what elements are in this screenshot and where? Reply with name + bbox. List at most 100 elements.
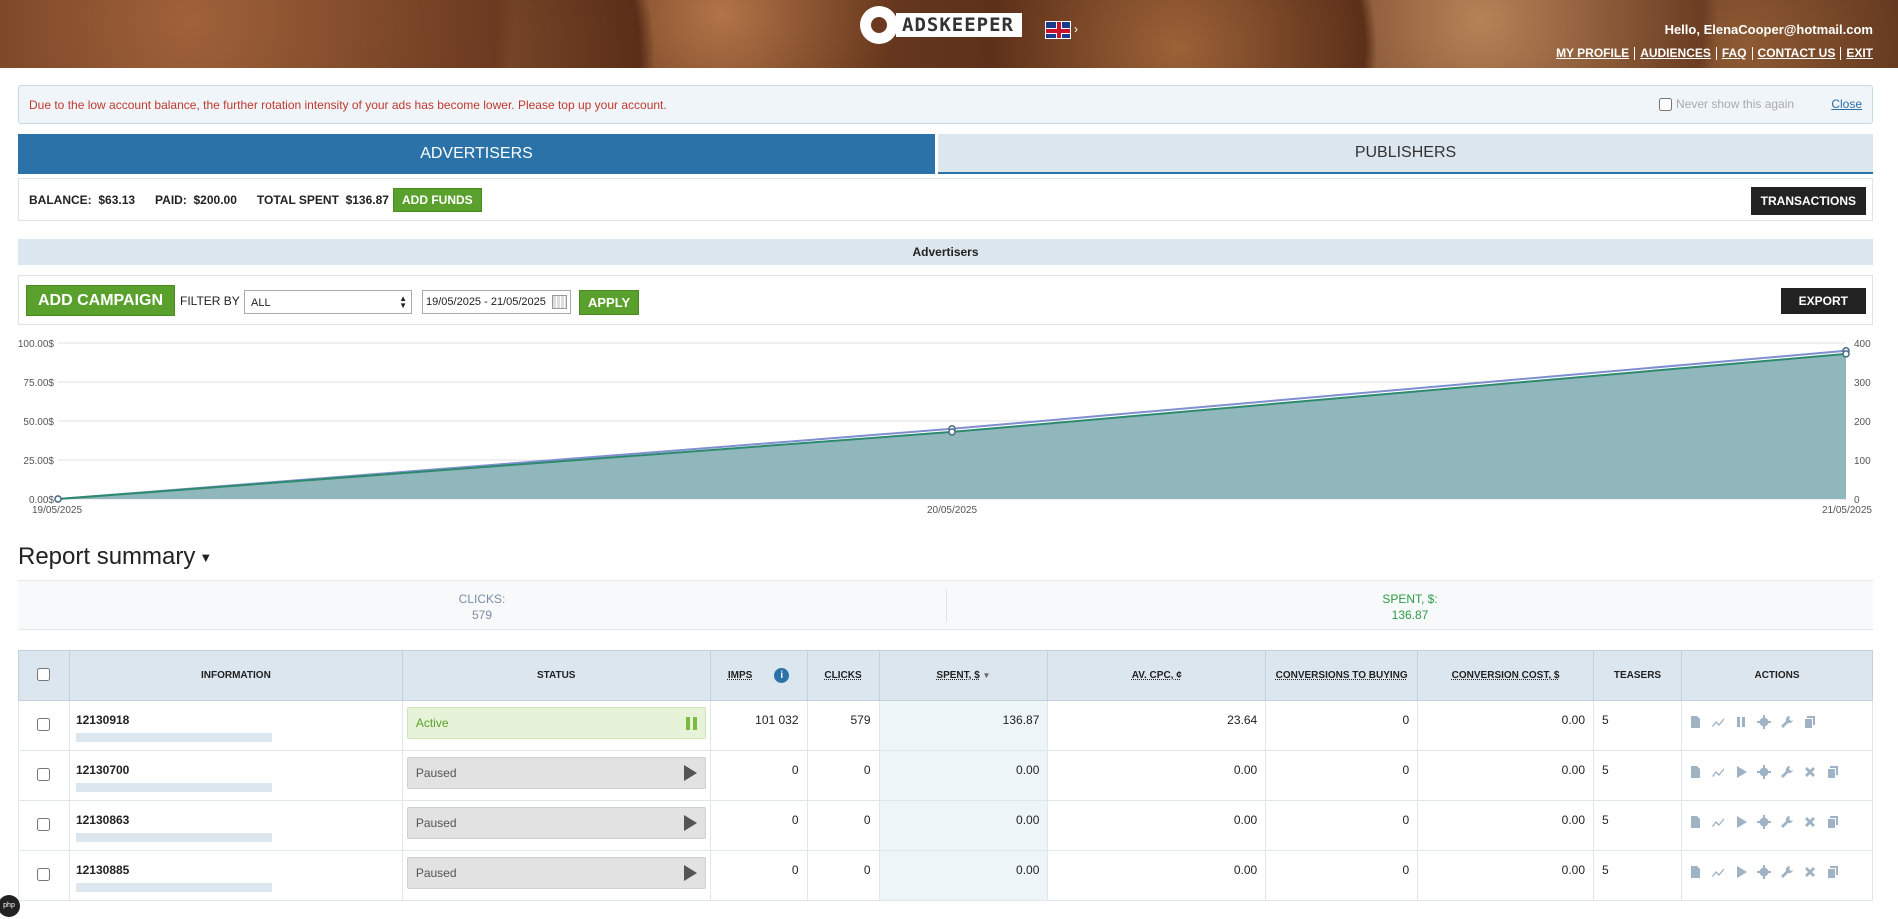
settings-icon[interactable] <box>1756 715 1771 729</box>
nav-contact-us[interactable]: CONTACT US <box>1753 47 1842 60</box>
play-icon[interactable] <box>1734 765 1748 779</box>
nav-exit[interactable]: EXIT <box>1841 47 1873 60</box>
date-range-input[interactable]: 19/05/2025 - 21/05/2025 <box>422 290 571 314</box>
settings-icon[interactable] <box>1756 765 1771 779</box>
info-icon[interactable]: i <box>774 668 790 683</box>
header-conversion-cost[interactable]: CONVERSION COST, $ <box>1417 650 1595 701</box>
never-show-option[interactable]: Never show this again <box>1659 97 1794 111</box>
campaign-id[interactable]: 12130700 <box>70 763 402 777</box>
teasers-cell[interactable]: 5 <box>1593 850 1682 901</box>
row-select-cell <box>18 800 70 851</box>
nav-faq[interactable]: FAQ <box>1717 47 1753 60</box>
edit-icon[interactable] <box>1780 815 1794 829</box>
logo-text: ADSKEEPER <box>896 13 1022 37</box>
report-icon[interactable] <box>1688 765 1702 779</box>
teasers-cell[interactable]: 5 <box>1593 700 1682 751</box>
tab-advertisers[interactable]: ADVERTISERS <box>18 134 935 174</box>
never-show-checkbox[interactable] <box>1659 97 1672 111</box>
row-checkbox[interactable] <box>37 767 51 781</box>
campaign-info[interactable]: 12130700 <box>68 750 403 801</box>
select-all-checkbox[interactable] <box>37 667 51 681</box>
y-left-tick: 25.00$ <box>23 456 54 467</box>
row-checkbox[interactable] <box>37 867 51 881</box>
add-campaign-button[interactable]: ADD CAMPAIGN <box>26 285 176 316</box>
edit-icon[interactable] <box>1780 865 1794 879</box>
delete-icon[interactable] <box>1803 765 1817 779</box>
statistics-icon[interactable] <box>1711 715 1725 729</box>
campaign-name-placeholder <box>75 733 272 742</box>
header-conversions[interactable]: CONVERSIONS TO BUYING <box>1265 650 1419 701</box>
php-debug-badge[interactable]: php <box>0 895 20 917</box>
header-imps[interactable]: IMPS i <box>709 650 808 701</box>
settings-icon[interactable] <box>1756 865 1771 879</box>
campaign-info[interactable]: 12130863 <box>68 800 403 851</box>
table-row: 12130918 Active 101 032 579 136.87 23.64 0 0.00… <box>18 700 1874 751</box>
spent-cell: 136.87 <box>878 700 1049 751</box>
paid-info: PAID: $200.00 <box>155 193 237 207</box>
header-cpc[interactable]: AV. CPC, ¢ <box>1047 650 1267 701</box>
campaign-info[interactable]: 12130918 <box>68 700 403 751</box>
pause-icon[interactable] <box>1734 715 1748 729</box>
imps-cell: 101 032 <box>709 700 808 751</box>
copy-icon[interactable] <box>1803 715 1817 729</box>
copy-icon[interactable] <box>1826 765 1840 779</box>
chevron-right-icon[interactable]: › <box>1074 22 1078 36</box>
copy-icon[interactable] <box>1826 815 1840 829</box>
status-badge[interactable]: Active <box>406 707 706 739</box>
pause-icon[interactable] <box>685 716 697 730</box>
caret-down-icon[interactable]: ▼ <box>199 550 212 565</box>
status-badge[interactable]: Paused <box>406 807 706 839</box>
campaign-id[interactable]: 12130863 <box>70 813 402 827</box>
play-icon[interactable] <box>1734 815 1748 829</box>
apply-button[interactable]: APPLY <box>579 290 640 315</box>
teasers-cell[interactable]: 5 <box>1593 750 1682 801</box>
data-point <box>54 495 62 503</box>
filter-select[interactable]: ALL ▲ ▼ <box>244 290 412 314</box>
header-clicks[interactable]: CLICKS <box>806 650 880 701</box>
statistics-icon[interactable] <box>1711 765 1725 779</box>
delete-icon[interactable] <box>1803 815 1817 829</box>
tab-publishers[interactable]: PUBLISHERS <box>938 134 1873 174</box>
close-notice-link[interactable]: Close <box>1831 97 1862 111</box>
teasers-cell[interactable]: 5 <box>1593 800 1682 851</box>
settings-icon[interactable] <box>1756 815 1771 829</box>
status-badge[interactable]: Paused <box>406 757 706 789</box>
report-summary-title[interactable]: Report summary ▼ <box>18 543 212 571</box>
nav-audiences[interactable]: AUDIENCES <box>1635 47 1717 60</box>
row-checkbox[interactable] <box>37 717 51 731</box>
x-tick: 19/05/2025 <box>32 505 82 516</box>
adskeeper-logo[interactable]: ADSKEEPER <box>860 6 1022 44</box>
copy-icon[interactable] <box>1826 865 1840 879</box>
report-icon[interactable] <box>1688 815 1702 829</box>
calendar-icon[interactable] <box>552 295 567 309</box>
delete-icon[interactable] <box>1803 865 1817 879</box>
x-tick: 21/05/2025 <box>1822 505 1872 516</box>
play-icon[interactable] <box>683 865 697 881</box>
conversion-cost-cell: 0.00 <box>1417 800 1595 851</box>
campaign-id[interactable]: 12130918 <box>70 713 402 727</box>
edit-icon[interactable] <box>1780 715 1794 729</box>
transactions-button[interactable]: TRANSACTIONS <box>1750 187 1866 215</box>
play-icon[interactable] <box>683 765 697 781</box>
uk-flag-icon[interactable] <box>1045 21 1071 39</box>
edit-icon[interactable] <box>1780 765 1794 779</box>
add-funds-button[interactable]: ADD FUNDS <box>393 188 482 212</box>
status-badge[interactable]: Paused <box>406 857 706 889</box>
nav-my-profile[interactable]: MY PROFILE <box>1551 47 1636 60</box>
imps-cell: 0 <box>709 750 808 801</box>
report-icon[interactable] <box>1688 865 1702 879</box>
play-icon[interactable] <box>1734 865 1748 879</box>
actions-cell <box>1680 750 1874 801</box>
statistics-icon[interactable] <box>1711 865 1725 879</box>
header-spent[interactable]: SPENT, $ ▼ <box>878 650 1049 701</box>
sort-desc-icon[interactable]: ▼ <box>983 671 991 680</box>
play-icon[interactable] <box>683 815 697 831</box>
total-spent-info: TOTAL SPENT $136.87 <box>256 193 389 207</box>
campaign-id[interactable]: 12130885 <box>70 863 402 877</box>
campaign-info[interactable]: 12130885 <box>68 850 403 901</box>
row-checkbox[interactable] <box>37 817 51 831</box>
statistics-icon[interactable] <box>1711 815 1725 829</box>
status-cell: Paused <box>401 800 711 851</box>
export-button[interactable]: EXPORT <box>1780 288 1866 314</box>
report-icon[interactable] <box>1688 715 1702 729</box>
